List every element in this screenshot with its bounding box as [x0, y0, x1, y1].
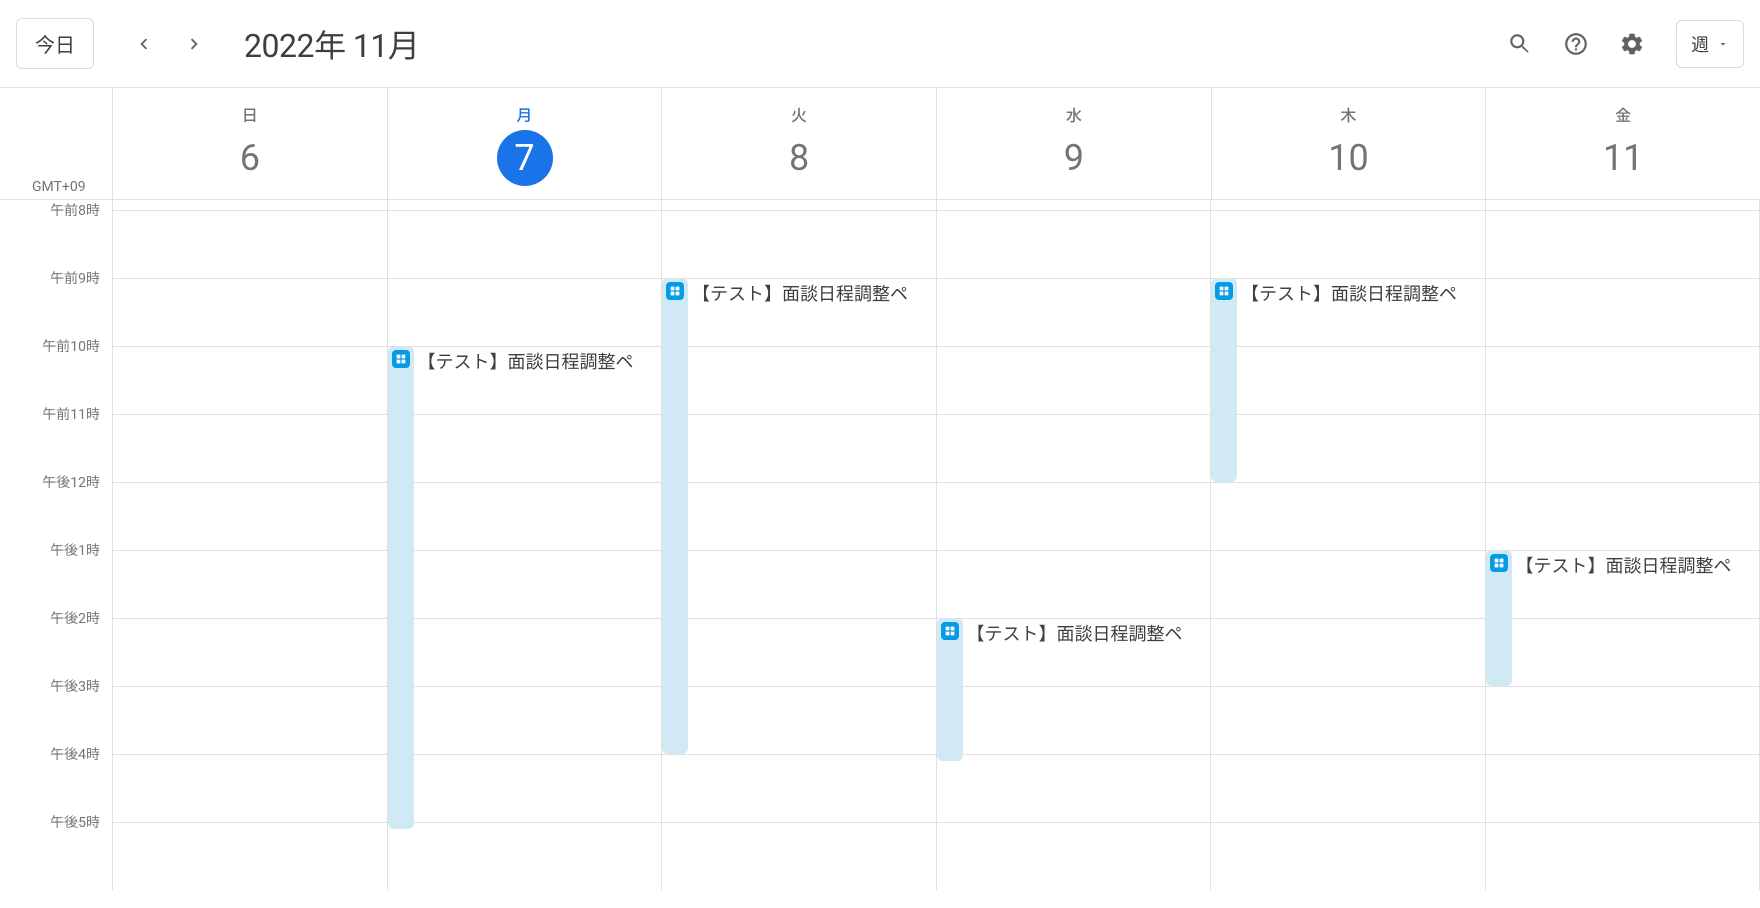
calendar-event[interactable]: 【テスト】面談日程調整ペ	[1211, 278, 1237, 482]
view-selector-label: 週	[1691, 31, 1709, 57]
hour-gridline	[112, 346, 1760, 347]
timezone-label: GMT+09	[0, 179, 112, 195]
day-header[interactable]: 火8	[661, 88, 936, 199]
day-number[interactable]: 9	[1046, 130, 1102, 186]
hour-gridline	[112, 414, 1760, 415]
hour-gridline	[112, 482, 1760, 483]
hour-gridline	[112, 618, 1760, 619]
day-of-week-label: 火	[791, 102, 807, 126]
day-column[interactable]: 【テスト】面談日程調整ペ	[1485, 200, 1760, 890]
calendar-area: GMT+09 日6月7火8水9木10金11 午前8時午前9時午前10時午前11時…	[0, 88, 1760, 908]
hour-gridline	[112, 210, 1760, 211]
day-of-week-label: 日	[242, 102, 258, 126]
event-grid-icon	[1215, 282, 1233, 300]
hour-gridline	[112, 822, 1760, 823]
today-button[interactable]: 今日	[16, 18, 94, 69]
day-number[interactable]: 10	[1321, 130, 1377, 186]
prev-button[interactable]	[122, 22, 166, 66]
day-header[interactable]: 金 11	[1485, 88, 1760, 199]
days-grid: 【テスト】面談日程調整ペ【テスト】面談日程調整ペ【テスト】面談日程調整ペ【テスト…	[112, 200, 1760, 890]
help-icon	[1563, 31, 1589, 57]
event-grid-icon	[392, 350, 410, 368]
event-grid-icon	[1490, 554, 1508, 572]
day-of-week-label: 月	[517, 102, 533, 126]
header-toolbar: 今日 2022年 11月 週	[0, 0, 1760, 88]
time-label: 午前11時	[42, 404, 100, 424]
hour-gridline	[112, 550, 1760, 551]
event-grid-icon	[941, 622, 959, 640]
event-grid-icon	[666, 282, 684, 300]
day-of-week-label: 木	[1341, 102, 1357, 126]
event-title: 【テスト】面談日程調整ペ	[418, 348, 634, 374]
time-gutter: 午前8時午前9時午前10時午前11時午後12時午後1時午後2時午後3時午後4時午…	[0, 200, 112, 890]
time-label: 午後12時	[42, 472, 100, 492]
day-header[interactable]: 月7	[387, 88, 662, 199]
calendar-grid[interactable]: 午前8時午前9時午前10時午前11時午後12時午後1時午後2時午後3時午後4時午…	[0, 200, 1760, 908]
time-label: 午前8時	[50, 200, 100, 220]
day-column[interactable]	[112, 200, 387, 890]
time-label: 午後3時	[50, 676, 100, 696]
nav-arrows	[122, 22, 216, 66]
time-label: 午後2時	[50, 608, 100, 628]
day-column[interactable]: 【テスト】面談日程調整ペ	[1210, 200, 1485, 890]
settings-button[interactable]	[1608, 20, 1656, 68]
date-range-title: 2022年 11月	[244, 21, 419, 67]
day-headers: GMT+09 日6月7火8水9木10金11	[0, 88, 1760, 200]
day-number[interactable]: 8	[771, 130, 827, 186]
time-label: 午前9時	[50, 268, 100, 288]
help-button[interactable]	[1552, 20, 1600, 68]
search-icon	[1507, 31, 1533, 57]
event-title: 【テスト】面談日程調整ペ	[1516, 552, 1732, 578]
header-actions: 週	[1496, 20, 1744, 68]
time-label: 午後4時	[50, 744, 100, 764]
event-title: 【テスト】面談日程調整ペ	[692, 280, 908, 306]
search-button[interactable]	[1496, 20, 1544, 68]
chevron-left-icon	[133, 33, 155, 55]
day-number[interactable]: 6	[222, 130, 278, 186]
day-number[interactable]: 7	[497, 130, 553, 186]
gear-icon	[1619, 31, 1645, 57]
day-column[interactable]: 【テスト】面談日程調整ペ	[661, 200, 936, 890]
day-header[interactable]: 水9	[936, 88, 1211, 199]
event-title: 【テスト】面談日程調整ペ	[967, 620, 1183, 646]
day-number[interactable]: 11	[1595, 130, 1651, 186]
day-header[interactable]: 木 10	[1211, 88, 1486, 199]
dropdown-icon	[1717, 38, 1729, 50]
day-of-week-label: 水	[1066, 102, 1082, 126]
day-header[interactable]: 日6	[112, 88, 387, 199]
time-label: 午後1時	[50, 540, 100, 560]
view-selector[interactable]: 週	[1676, 20, 1744, 68]
day-column[interactable]: 【テスト】面談日程調整ペ	[387, 200, 662, 890]
day-column[interactable]: 【テスト】面談日程調整ペ	[936, 200, 1211, 890]
calendar-event[interactable]: 【テスト】面談日程調整ペ	[937, 618, 963, 761]
chevron-right-icon	[183, 33, 205, 55]
hour-gridline	[112, 278, 1760, 279]
time-label: 午後5時	[50, 812, 100, 832]
event-title: 【テスト】面談日程調整ペ	[1241, 280, 1457, 306]
time-label: 午前10時	[42, 336, 100, 356]
day-of-week-label: 金	[1615, 102, 1631, 126]
calendar-event[interactable]: 【テスト】面談日程調整ペ	[388, 346, 414, 829]
next-button[interactable]	[172, 22, 216, 66]
calendar-event[interactable]: 【テスト】面談日程調整ペ	[662, 278, 688, 754]
calendar-event[interactable]: 【テスト】面談日程調整ペ	[1486, 550, 1512, 686]
